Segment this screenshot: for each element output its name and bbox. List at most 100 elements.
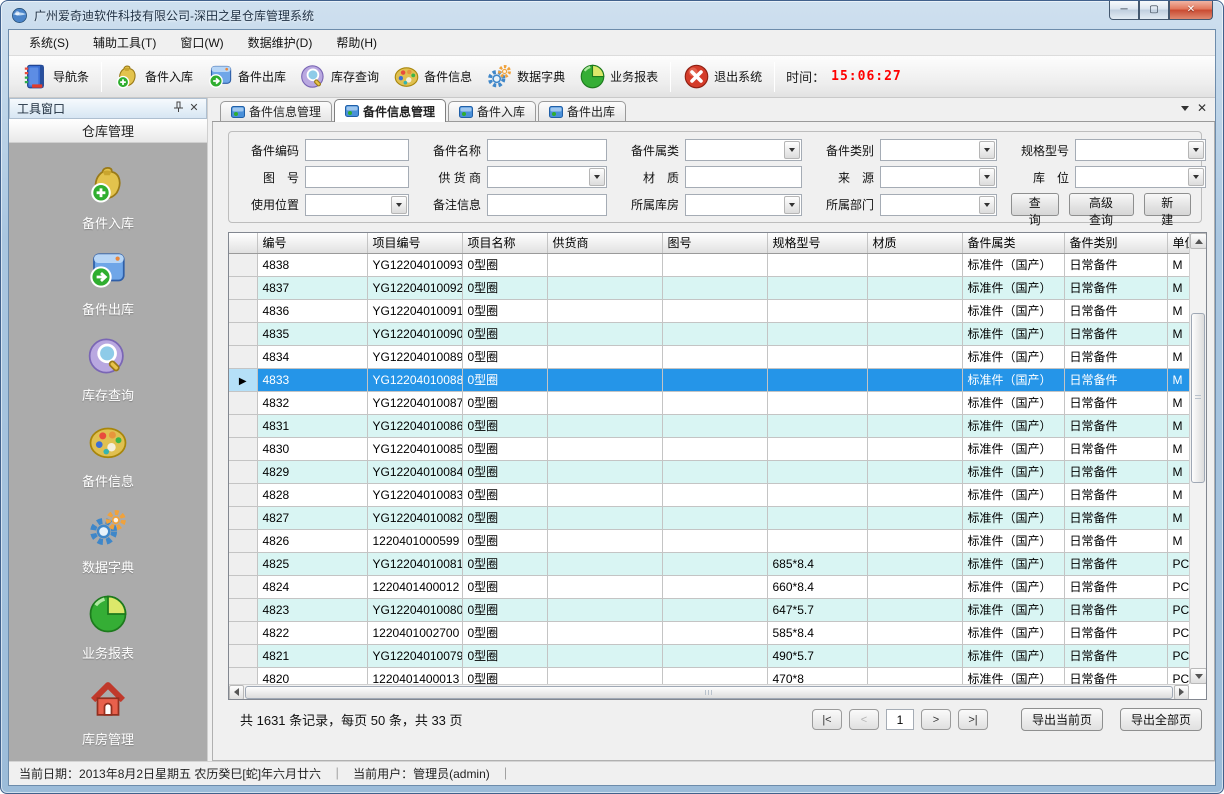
chevron-down-icon[interactable]: [391, 196, 407, 214]
scroll-down-icon[interactable]: [1190, 668, 1207, 684]
horizontal-scrollbar[interactable]: [229, 684, 1189, 699]
tab-2[interactable]: 备件入库: [448, 101, 536, 121]
table-row-4837[interactable]: 4837YG122040100920型圈标准件（国产）日常备件M: [229, 276, 1189, 299]
table-row-4828[interactable]: 4828YG122040100830型圈标准件（国产）日常备件M: [229, 483, 1189, 506]
column-header-1[interactable]: 项目编号: [367, 233, 462, 253]
table-row-4831[interactable]: 4831YG122040100860型圈标准件（国产）日常备件M: [229, 414, 1189, 437]
toolbar-button-stock-query[interactable]: 库存查询: [293, 59, 386, 94]
field-input-0-1[interactable]: [487, 139, 607, 161]
field-input-1-0[interactable]: [305, 166, 409, 188]
column-header-9[interactable]: 单位: [1167, 233, 1189, 253]
new-button[interactable]: 新建: [1144, 193, 1192, 216]
sidebar-item-stock-query[interactable]: 库存查询: [82, 335, 134, 404]
close-button[interactable]: ✕: [1169, 1, 1213, 20]
tab-3[interactable]: 备件出库: [538, 101, 626, 121]
column-header-3[interactable]: 供货商: [547, 233, 662, 253]
table-row-4824[interactable]: 482412204014000120型圈660*8.4标准件（国产）日常备件PC: [229, 575, 1189, 598]
chevron-down-icon[interactable]: [979, 141, 995, 159]
maximize-button[interactable]: ▢: [1139, 1, 1169, 20]
tab-close-icon[interactable]: ✕: [1197, 102, 1207, 114]
table-row-4822[interactable]: 482212204010027000型圈585*8.4标准件（国产）日常备件PC: [229, 621, 1189, 644]
table-row-4834[interactable]: 4834YG122040100890型圈标准件（国产）日常备件M: [229, 345, 1189, 368]
sidebar-group-header[interactable]: 仓库管理: [9, 119, 207, 143]
tab-1-active[interactable]: 备件信息管理: [334, 99, 446, 122]
table-row-4832[interactable]: 4832YG122040100870型圈标准件（国产）日常备件M: [229, 391, 1189, 414]
menu-item-4[interactable]: 帮助(H): [324, 30, 389, 55]
toolbar-button-report[interactable]: 业务报表: [572, 59, 665, 94]
sidebar-item-parts-info[interactable]: 备件信息: [82, 421, 134, 490]
chevron-down-icon[interactable]: [979, 168, 995, 186]
sidebar-item-report[interactable]: 业务报表: [82, 593, 134, 662]
chevron-down-icon[interactable]: [1188, 168, 1204, 186]
field-select-0-3[interactable]: [880, 139, 997, 161]
field-input-1-2[interactable]: [685, 166, 802, 188]
scroll-up-icon[interactable]: [1190, 233, 1207, 249]
pin-icon[interactable]: [170, 101, 186, 116]
table-row-4827[interactable]: 4827YG122040100820型圈标准件（国产）日常备件M: [229, 506, 1189, 529]
toolbar-button-parts-in[interactable]: 备件入库: [107, 59, 200, 94]
field-select-2-0[interactable]: [305, 194, 409, 216]
chevron-down-icon[interactable]: [784, 196, 800, 214]
field-select-1-3[interactable]: [880, 166, 997, 188]
query-button[interactable]: 查询: [1011, 193, 1059, 216]
horizontal-scroll-thumb[interactable]: [245, 686, 1173, 699]
scroll-left-icon[interactable]: [229, 685, 244, 700]
table-row-4821[interactable]: 4821YG122040100790型圈490*5.7标准件（国产）日常备件PC: [229, 644, 1189, 667]
chevron-down-icon[interactable]: [784, 141, 800, 159]
tool-window-close-icon[interactable]: ✕: [186, 101, 202, 116]
menu-item-0[interactable]: 系统(S): [17, 30, 81, 55]
column-header-6[interactable]: 材质: [867, 233, 962, 253]
toolbar-button-parts-info[interactable]: 备件信息: [386, 59, 479, 94]
table-row-4838[interactable]: 4838YG122040100930型圈标准件（国产）日常备件M: [229, 253, 1189, 276]
vertical-scrollbar[interactable]: [1189, 233, 1206, 684]
next-page-button[interactable]: >: [921, 709, 951, 730]
table-row-4830[interactable]: 4830YG122040100850型圈标准件（国产）日常备件M: [229, 437, 1189, 460]
vertical-scroll-thumb[interactable]: [1191, 313, 1205, 483]
column-header-4[interactable]: 图号: [662, 233, 767, 253]
field-select-0-2[interactable]: [685, 139, 802, 161]
table-row-4826[interactable]: 482612204010005990型圈标准件（国产）日常备件M: [229, 529, 1189, 552]
table-row-4835[interactable]: 4835YG122040100900型圈标准件（国产）日常备件M: [229, 322, 1189, 345]
sidebar-item-data-dict[interactable]: 数据字典: [82, 507, 134, 576]
field-input-0-0[interactable]: [305, 139, 409, 161]
prev-page-button[interactable]: <: [849, 709, 879, 730]
sidebar-item-home[interactable]: 库房管理: [82, 679, 134, 748]
export-all-pages-button[interactable]: 导出全部页: [1120, 708, 1202, 731]
field-select-1-4[interactable]: [1075, 166, 1206, 188]
tab-0[interactable]: 备件信息管理: [220, 101, 332, 121]
last-page-button[interactable]: >|: [958, 709, 988, 730]
minimize-button[interactable]: ─: [1109, 1, 1139, 20]
page-number-input[interactable]: [886, 709, 914, 730]
field-select-0-4[interactable]: [1075, 139, 1206, 161]
chevron-down-icon[interactable]: [589, 168, 605, 186]
first-page-button[interactable]: |<: [812, 709, 842, 730]
menu-item-3[interactable]: 数据维护(D): [236, 30, 325, 55]
column-header-8[interactable]: 备件类别: [1064, 233, 1167, 253]
column-header-5[interactable]: 规格型号: [767, 233, 867, 253]
toolbar-button-parts-out[interactable]: 备件出库: [200, 59, 293, 94]
column-header-7[interactable]: 备件属类: [962, 233, 1064, 253]
export-current-page-button[interactable]: 导出当前页: [1021, 708, 1103, 731]
advanced-query-button[interactable]: 高级查询: [1069, 193, 1134, 216]
field-select-2-3[interactable]: [880, 194, 997, 216]
table-row-4829[interactable]: 4829YG122040100840型圈标准件（国产）日常备件M: [229, 460, 1189, 483]
chevron-down-icon[interactable]: [1188, 141, 1204, 159]
table-row-4833[interactable]: ▶4833YG122040100880型圈标准件（国产）日常备件M: [229, 368, 1189, 391]
toolbar-button-exit[interactable]: 退出系统: [676, 59, 769, 94]
field-select-1-1[interactable]: [487, 166, 607, 188]
tab-list-dropdown-icon[interactable]: [1181, 106, 1189, 111]
toolbar-button-navigator[interactable]: 导航条: [15, 59, 96, 94]
field-input-2-1[interactable]: [487, 194, 607, 216]
scroll-right-icon[interactable]: [1174, 685, 1189, 700]
toolbar-button-data-dict[interactable]: 数据字典: [479, 59, 572, 94]
sidebar-item-parts-in[interactable]: 备件入库: [82, 163, 134, 232]
menu-item-2[interactable]: 窗口(W): [168, 30, 235, 55]
field-select-2-2[interactable]: [685, 194, 802, 216]
table-row-4836[interactable]: 4836YG122040100910型圈标准件（国产）日常备件M: [229, 299, 1189, 322]
column-header-0[interactable]: 编号: [257, 233, 367, 253]
column-header-2[interactable]: 项目名称: [462, 233, 547, 253]
menu-item-1[interactable]: 辅助工具(T): [81, 30, 168, 55]
chevron-down-icon[interactable]: [979, 196, 995, 214]
sidebar-item-parts-out[interactable]: 备件出库: [82, 249, 134, 318]
table-row-4823[interactable]: 4823YG122040100800型圈647*5.7标准件（国产）日常备件PC: [229, 598, 1189, 621]
